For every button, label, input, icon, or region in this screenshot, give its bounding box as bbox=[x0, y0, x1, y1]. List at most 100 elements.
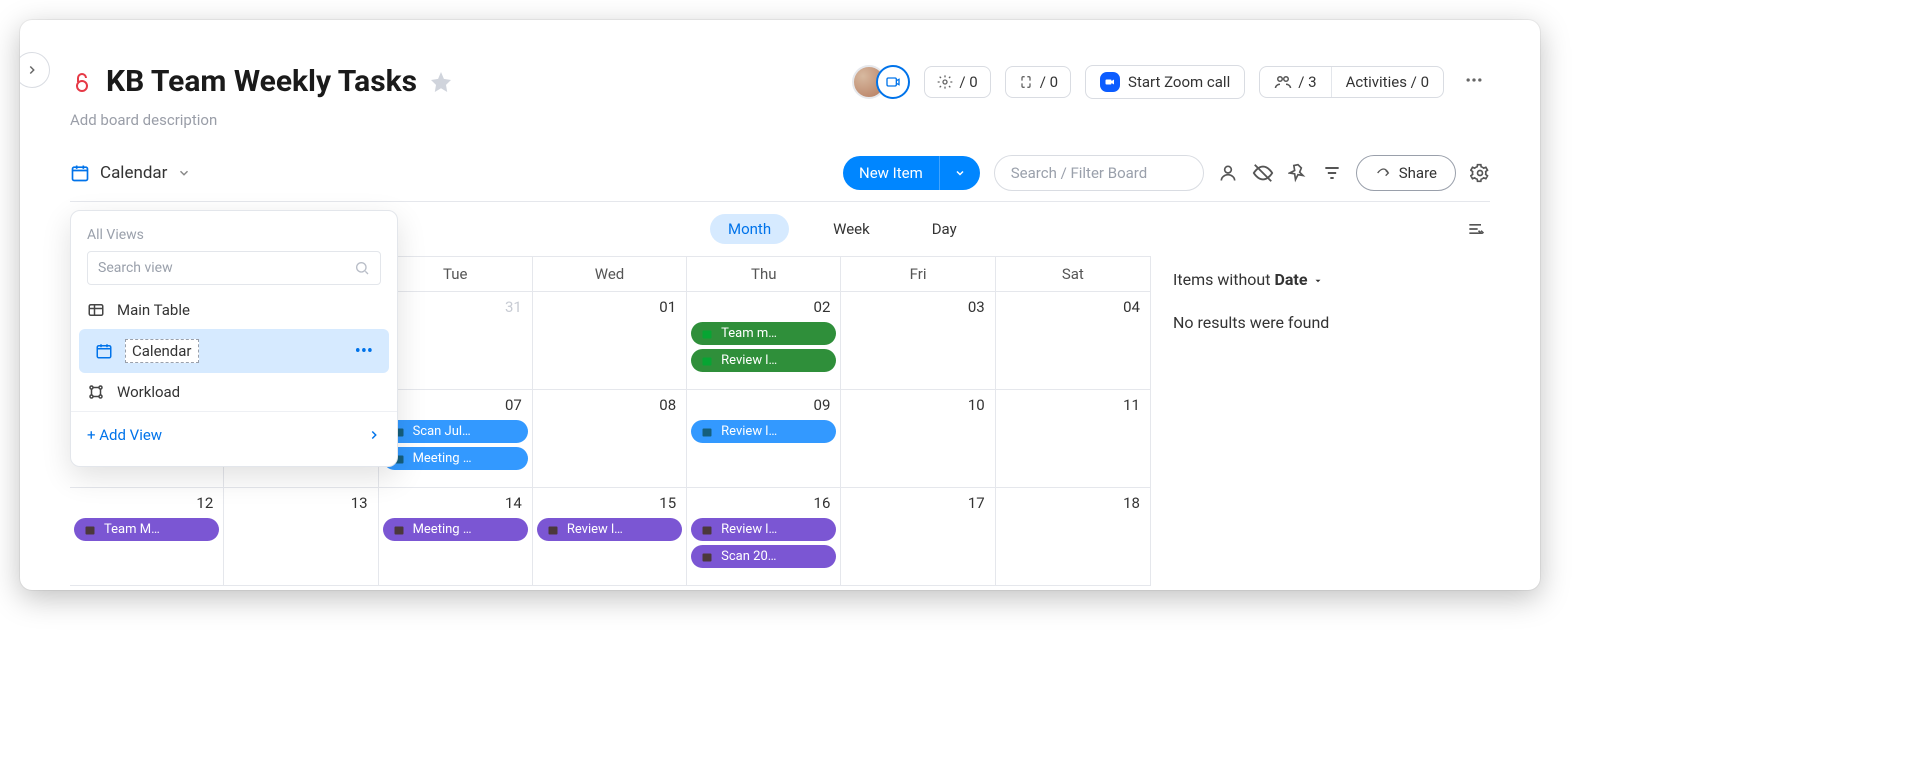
calendar-cell[interactable]: 02 Team m… Review l… bbox=[687, 292, 841, 390]
view-option-main-table[interactable]: Main Table bbox=[71, 291, 397, 329]
calendar-cell[interactable]: 03 bbox=[841, 292, 995, 390]
chevron-right-icon bbox=[367, 428, 381, 442]
event-pill[interactable]: Meeting … bbox=[383, 518, 528, 541]
day-number: 09 bbox=[814, 396, 831, 414]
calendar-cell[interactable]: 31 bbox=[379, 292, 533, 390]
workload-icon bbox=[87, 383, 105, 401]
automations-pill[interactable]: / 0 bbox=[924, 66, 990, 98]
add-view-button[interactable]: + Add View bbox=[71, 411, 397, 458]
add-view-label: + Add View bbox=[87, 426, 162, 444]
chevron-down-icon bbox=[177, 166, 191, 180]
event-icon bbox=[701, 355, 713, 367]
event-pill[interactable]: Review l… bbox=[691, 420, 836, 443]
board-description[interactable]: Add board description bbox=[70, 111, 1490, 129]
lock-icon bbox=[70, 70, 94, 94]
day-number: 10 bbox=[968, 396, 985, 414]
sort-icon[interactable] bbox=[1466, 219, 1486, 239]
calendar-cell[interactable]: 11 bbox=[996, 390, 1150, 488]
zoom-call-button[interactable]: Start Zoom call bbox=[1085, 65, 1245, 99]
calendar-cell[interactable]: 13 bbox=[224, 488, 378, 586]
new-item-dropdown[interactable] bbox=[939, 156, 980, 190]
day-number: 16 bbox=[814, 494, 831, 512]
calendar-cell[interactable]: 07 Scan Jul… Meeting … bbox=[379, 390, 533, 488]
share-button[interactable]: Share bbox=[1356, 155, 1456, 191]
new-item-button[interactable]: New Item bbox=[843, 156, 980, 190]
event-icon bbox=[393, 524, 405, 536]
day-header: Tue bbox=[379, 257, 533, 292]
calendar-cell[interactable]: 10 bbox=[841, 390, 995, 488]
day-header: Thu bbox=[687, 257, 841, 292]
integration-icon bbox=[1018, 74, 1034, 90]
share-label: Share bbox=[1399, 164, 1437, 182]
share-icon bbox=[1375, 165, 1391, 181]
calendar-cell[interactable]: 17 bbox=[841, 488, 995, 586]
event-pill[interactable]: Team m… bbox=[691, 322, 836, 345]
views-search-input[interactable]: Search view bbox=[87, 251, 381, 285]
filter-icon[interactable] bbox=[1322, 163, 1342, 183]
day-number: 14 bbox=[505, 494, 522, 512]
calendar-cell[interactable]: 18 bbox=[996, 488, 1150, 586]
event-pill[interactable]: Scan 20… bbox=[691, 545, 836, 568]
activities-label: Activities / 0 bbox=[1346, 73, 1429, 91]
view-option-calendar[interactable]: Calendar ••• bbox=[79, 329, 389, 373]
event-pill[interactable]: Scan Jul… bbox=[383, 420, 528, 443]
event-label: Scan 20… bbox=[721, 549, 776, 564]
new-item-label: New Item bbox=[843, 156, 939, 190]
board-members[interactable] bbox=[852, 65, 910, 99]
tab-month[interactable]: Month bbox=[710, 214, 789, 244]
calendar-icon bbox=[95, 342, 113, 360]
calendar-cell[interactable]: 14 Meeting … bbox=[379, 488, 533, 586]
event-pill[interactable]: Review l… bbox=[537, 518, 682, 541]
view-switcher[interactable]: Calendar bbox=[70, 163, 191, 183]
calendar-cell[interactable]: 09 Review l… bbox=[687, 390, 841, 488]
view-option-label: Workload bbox=[117, 383, 180, 401]
calendar-cell[interactable]: 01 bbox=[533, 292, 687, 390]
dots-icon bbox=[1464, 70, 1484, 90]
caret-down-icon[interactable] bbox=[1313, 276, 1323, 286]
tab-day[interactable]: Day bbox=[914, 214, 975, 244]
people-icon bbox=[1274, 73, 1292, 91]
integrations-pill[interactable]: / 0 bbox=[1005, 66, 1071, 98]
calendar-cell[interactable]: 12 Team M… bbox=[70, 488, 224, 586]
day-number: 12 bbox=[196, 494, 213, 512]
event-label: Team m… bbox=[721, 326, 777, 341]
star-icon[interactable] bbox=[429, 70, 453, 94]
day-header: Fri bbox=[841, 257, 995, 292]
search-input[interactable]: Search / Filter Board bbox=[994, 155, 1204, 191]
calendar-cell[interactable]: 08 bbox=[533, 390, 687, 488]
automation-icon bbox=[937, 74, 953, 90]
day-number: 01 bbox=[659, 298, 676, 316]
day-number: 18 bbox=[1123, 494, 1140, 512]
day-number: 17 bbox=[968, 494, 985, 512]
board-title[interactable]: KB Team Weekly Tasks bbox=[106, 64, 417, 99]
event-label: Team M… bbox=[104, 522, 160, 537]
day-number: 11 bbox=[1123, 396, 1140, 414]
calendar-cell[interactable]: 15 Review l… bbox=[533, 488, 687, 586]
gear-icon[interactable] bbox=[1470, 163, 1490, 183]
chevron-right-icon bbox=[25, 63, 39, 77]
zoom-label: Start Zoom call bbox=[1128, 73, 1230, 91]
view-option-label[interactable]: Calendar bbox=[125, 339, 199, 363]
day-number: 02 bbox=[814, 298, 831, 316]
hide-icon[interactable] bbox=[1252, 162, 1274, 184]
chevron-down-icon bbox=[954, 167, 966, 179]
people-button[interactable]: / 3 bbox=[1260, 67, 1330, 97]
search-icon bbox=[354, 260, 370, 276]
tab-week[interactable]: Week bbox=[815, 214, 888, 244]
board-more-button[interactable] bbox=[1458, 66, 1490, 98]
event-icon bbox=[547, 524, 559, 536]
view-option-workload[interactable]: Workload bbox=[71, 373, 397, 411]
event-pill[interactable]: Review l… bbox=[691, 349, 836, 372]
event-pill[interactable]: Meeting … bbox=[383, 447, 528, 470]
views-dropdown: All Views Search view Main Table Calenda… bbox=[70, 210, 398, 467]
view-name: Calendar bbox=[100, 163, 167, 183]
pin-icon[interactable] bbox=[1288, 163, 1308, 183]
view-option-more[interactable]: ••• bbox=[355, 341, 373, 362]
activities-button[interactable]: Activities / 0 bbox=[1331, 67, 1443, 97]
person-filter-icon[interactable] bbox=[1218, 163, 1238, 183]
event-label: Meeting … bbox=[413, 451, 472, 466]
event-pill[interactable]: Review l… bbox=[691, 518, 836, 541]
calendar-cell[interactable]: 04 bbox=[996, 292, 1150, 390]
calendar-cell[interactable]: 16 Review l… Scan 20… bbox=[687, 488, 841, 586]
event-pill[interactable]: Team M… bbox=[74, 518, 219, 541]
